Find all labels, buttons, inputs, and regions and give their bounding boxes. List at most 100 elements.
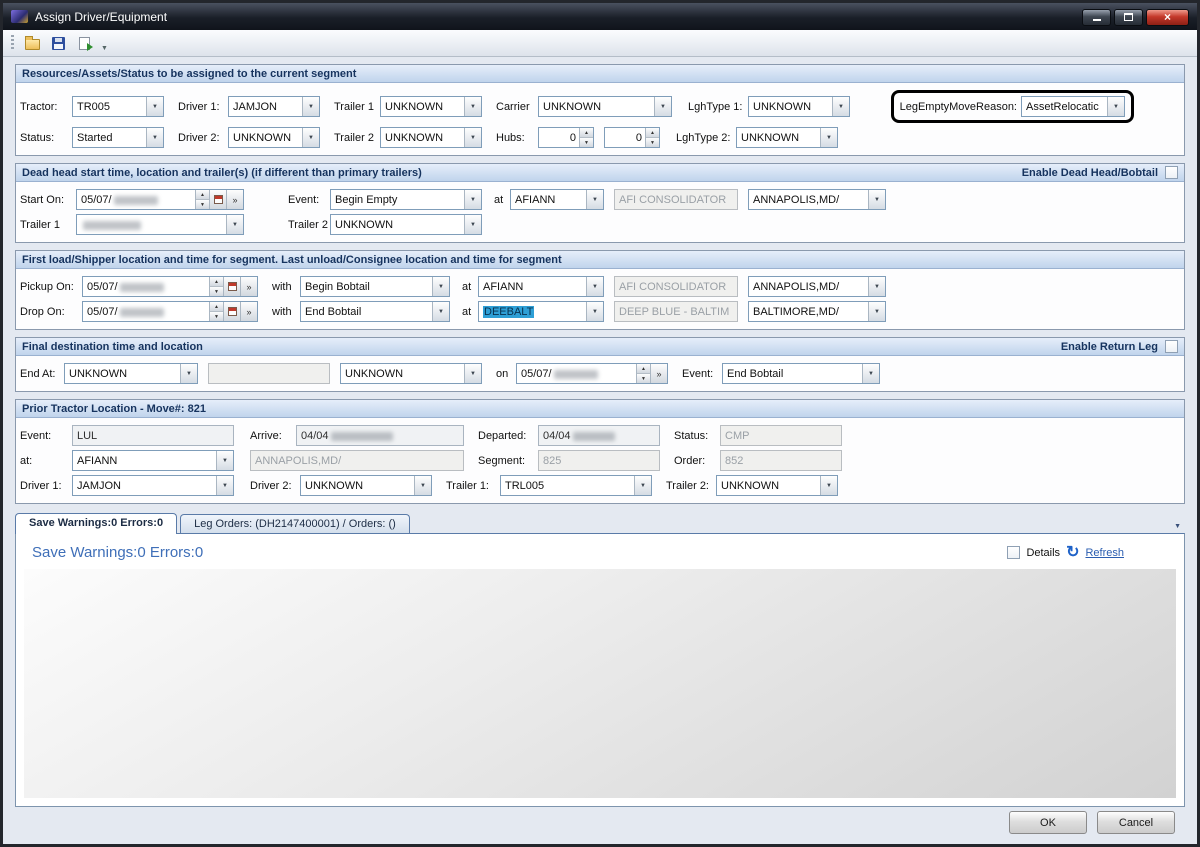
spinner-down-icon[interactable]: ▼ xyxy=(637,374,650,383)
chevron-down-icon[interactable]: ▼ xyxy=(832,97,849,116)
chevron-down-icon[interactable]: ▼ xyxy=(868,302,885,321)
dh-event-combo[interactable]: Begin Empty▼ xyxy=(330,189,482,210)
chevron-down-icon[interactable]: ▼ xyxy=(1107,97,1124,116)
drop-date-field[interactable]: 05/07/ ▲▼ » xyxy=(82,301,258,322)
fd-event-combo[interactable]: End Bobtail▼ xyxy=(722,363,880,384)
chevron-down-icon[interactable]: ▼ xyxy=(868,277,885,296)
more-button[interactable]: » xyxy=(240,302,257,321)
dh-location-code-combo[interactable]: AFIANN▼ xyxy=(510,189,604,210)
prior-trailer1-combo[interactable]: TRL005▼ xyxy=(500,475,652,496)
spinner-up-icon[interactable]: ▲ xyxy=(210,277,223,287)
chevron-down-icon[interactable]: ▼ xyxy=(216,451,233,470)
tab-list-dropdown-button[interactable]: ▼ xyxy=(1170,523,1185,533)
chevron-down-icon[interactable]: ▼ xyxy=(464,128,481,147)
more-button[interactable]: » xyxy=(226,190,243,209)
prior-at-combo[interactable]: AFIANN▼ xyxy=(72,450,234,471)
chevron-down-icon[interactable]: ▼ xyxy=(586,190,603,209)
chevron-down-icon[interactable]: ▼ xyxy=(586,302,603,321)
dh-trailer1-combo[interactable]: ▼ xyxy=(76,214,244,235)
chevron-down-icon[interactable]: ▼ xyxy=(654,97,671,116)
hubs1-stepper[interactable]: 0▲▼ xyxy=(538,127,594,148)
more-button[interactable]: » xyxy=(240,277,257,296)
calendar-button[interactable] xyxy=(223,277,240,296)
end-date-field[interactable]: 05/07/ ▲▼ » xyxy=(516,363,668,384)
toolbar-overflow-button[interactable]: ▼ xyxy=(98,45,111,56)
chevron-down-icon[interactable]: ▼ xyxy=(216,476,233,495)
spinner-down-icon[interactable]: ▼ xyxy=(580,138,593,147)
prior-driver1-combo[interactable]: JAMJON▼ xyxy=(72,475,234,496)
status-combo[interactable]: Started▼ xyxy=(72,127,164,148)
open-button[interactable] xyxy=(20,32,44,54)
pickup-location-code-combo[interactable]: AFIANN▼ xyxy=(478,276,604,297)
save-button[interactable] xyxy=(46,32,70,54)
dh-trailer2-combo[interactable]: UNKNOWN▼ xyxy=(330,214,482,235)
prior-trailer2-combo[interactable]: UNKNOWN▼ xyxy=(716,475,838,496)
spinner-down-icon[interactable]: ▼ xyxy=(646,138,659,147)
close-button[interactable]: × xyxy=(1146,9,1189,26)
chevron-down-icon[interactable]: ▼ xyxy=(146,97,163,116)
chevron-down-icon[interactable]: ▼ xyxy=(302,128,319,147)
spinner-up-icon[interactable]: ▲ xyxy=(210,302,223,312)
start-on-date-field[interactable]: 05/07/ ▲▼ » xyxy=(76,189,244,210)
chevron-down-icon[interactable]: ▼ xyxy=(414,476,431,495)
trailer1-combo[interactable]: UNKNOWN▼ xyxy=(380,96,482,117)
spinner-down-icon[interactable]: ▼ xyxy=(196,200,209,209)
pickup-location-city-combo[interactable]: ANNAPOLIS,MD/▼ xyxy=(748,276,886,297)
spinner-down-icon[interactable]: ▼ xyxy=(210,287,223,296)
lghtype1-combo[interactable]: UNKNOWN▼ xyxy=(748,96,850,117)
drop-location-city-combo[interactable]: BALTIMORE,MD/▼ xyxy=(748,301,886,322)
maximize-button[interactable] xyxy=(1114,9,1143,26)
carrier-combo[interactable]: UNKNOWN▼ xyxy=(538,96,672,117)
lghtype2-combo[interactable]: UNKNOWN▼ xyxy=(736,127,838,148)
chevron-down-icon[interactable]: ▼ xyxy=(464,190,481,209)
export-button[interactable] xyxy=(72,32,96,54)
spinner-down-icon[interactable]: ▼ xyxy=(210,312,223,321)
hubs2-stepper[interactable]: 0▲▼ xyxy=(604,127,660,148)
refresh-icon[interactable]: ↻ xyxy=(1066,546,1079,560)
chevron-down-icon[interactable]: ▼ xyxy=(464,97,481,116)
chevron-down-icon[interactable]: ▼ xyxy=(432,277,449,296)
leg-empty-move-reason-combo[interactable]: AssetRelocatic▼ xyxy=(1021,96,1125,117)
details-checkbox[interactable] xyxy=(1007,546,1020,559)
calendar-button[interactable] xyxy=(209,190,226,209)
chevron-down-icon[interactable]: ▼ xyxy=(820,476,837,495)
chevron-down-icon[interactable]: ▼ xyxy=(820,128,837,147)
chevron-down-icon[interactable]: ▼ xyxy=(146,128,163,147)
chevron-down-icon[interactable]: ▼ xyxy=(586,277,603,296)
toolbar-grip-icon[interactable] xyxy=(11,35,14,51)
driver1-combo[interactable]: JAMJON▼ xyxy=(228,96,320,117)
pickup-event-combo[interactable]: Begin Bobtail▼ xyxy=(300,276,450,297)
ok-button[interactable]: OK xyxy=(1009,811,1087,834)
spinner-up-icon[interactable]: ▲ xyxy=(580,128,593,138)
minimize-button[interactable] xyxy=(1082,9,1111,26)
cancel-button[interactable]: Cancel xyxy=(1097,811,1175,834)
spinner-up-icon[interactable]: ▲ xyxy=(646,128,659,138)
chevron-down-icon[interactable]: ▼ xyxy=(180,364,197,383)
chevron-down-icon[interactable]: ▼ xyxy=(464,215,481,234)
end-at-city-combo[interactable]: UNKNOWN▼ xyxy=(340,363,482,384)
driver2-combo[interactable]: UNKNOWN▼ xyxy=(228,127,320,148)
spinner-up-icon[interactable]: ▲ xyxy=(196,190,209,200)
more-button[interactable]: » xyxy=(650,364,667,383)
tab-save-warnings[interactable]: Save Warnings:0 Errors:0 xyxy=(15,513,177,534)
chevron-down-icon[interactable]: ▼ xyxy=(634,476,651,495)
pickup-date-field[interactable]: 05/07/ ▲▼ » xyxy=(82,276,258,297)
tractor-combo[interactable]: TR005▼ xyxy=(72,96,164,117)
trailer2-combo[interactable]: UNKNOWN▼ xyxy=(380,127,482,148)
enable-deadhead-checkbox[interactable] xyxy=(1165,166,1178,179)
refresh-link[interactable]: Refresh xyxy=(1085,547,1124,559)
drop-location-code-combo[interactable]: DEEBALT▼ xyxy=(478,301,604,322)
chevron-down-icon[interactable]: ▼ xyxy=(432,302,449,321)
prior-driver2-combo[interactable]: UNKNOWN▼ xyxy=(300,475,432,496)
enable-return-leg-checkbox[interactable] xyxy=(1165,340,1178,353)
end-at-code-combo[interactable]: UNKNOWN▼ xyxy=(64,363,198,384)
chevron-down-icon[interactable]: ▼ xyxy=(464,364,481,383)
calendar-button[interactable] xyxy=(223,302,240,321)
chevron-down-icon[interactable]: ▼ xyxy=(868,190,885,209)
tab-leg-orders[interactable]: Leg Orders: (DH2147400001) / Orders: () xyxy=(180,514,410,533)
chevron-down-icon[interactable]: ▼ xyxy=(302,97,319,116)
dh-location-city-combo[interactable]: ANNAPOLIS,MD/▼ xyxy=(748,189,886,210)
chevron-down-icon[interactable]: ▼ xyxy=(862,364,879,383)
spinner-up-icon[interactable]: ▲ xyxy=(637,364,650,374)
chevron-down-icon[interactable]: ▼ xyxy=(226,215,243,234)
